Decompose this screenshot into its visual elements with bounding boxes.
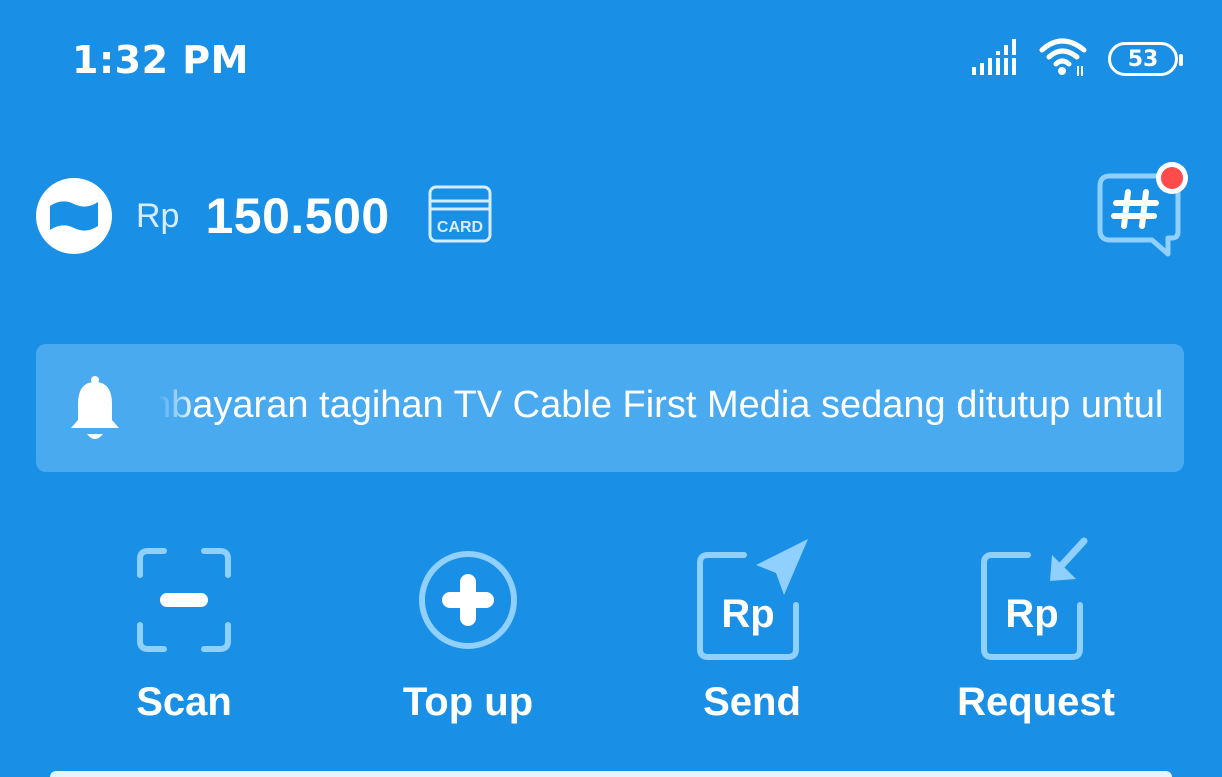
notification-badge	[1161, 167, 1183, 189]
scan-button[interactable]: Scan	[74, 530, 294, 725]
send-label: Send	[703, 680, 801, 724]
balance-amount: 150.500	[205, 188, 390, 244]
request-label: Request	[957, 680, 1115, 724]
svg-text:Rp: Rp	[1005, 592, 1058, 636]
bell-icon	[68, 374, 122, 450]
content-sheet-edge	[50, 771, 1172, 777]
send-button[interactable]: Rp Send	[642, 530, 862, 725]
notice-marquee: nbayaran tagihan TV Cable First Media se…	[158, 344, 1184, 472]
scan-label: Scan	[136, 680, 232, 724]
currency-label: Rp	[136, 196, 180, 235]
status-time: 1:32 PM	[72, 38, 249, 82]
balance-row[interactable]: Rp 150.500 CARD	[36, 172, 492, 260]
top-up-button[interactable]: Top up	[358, 530, 578, 725]
wifi-icon	[1038, 36, 1090, 82]
svg-text:Rp: Rp	[721, 592, 774, 636]
signal-icon	[972, 37, 1020, 81]
status-icons: 53	[972, 36, 1183, 82]
top-up-label: Top up	[402, 680, 534, 724]
scan-icon	[74, 530, 294, 670]
battery-level: 53	[1127, 46, 1159, 72]
card-icon[interactable]: CARD	[428, 185, 492, 247]
request-button[interactable]: Rp Request	[926, 530, 1146, 725]
status-bar: 1:32 PM 53	[0, 0, 1222, 120]
quick-actions: Scan Top up Rp Send Rp Request	[0, 530, 1222, 770]
battery-icon: 53	[1108, 42, 1183, 76]
wallet-logo-icon[interactable]	[36, 178, 112, 254]
notice-text: nbayaran tagihan TV Cable First Media se…	[158, 384, 1164, 426]
card-label: CARD	[437, 219, 483, 236]
plus-circle-icon	[358, 530, 578, 670]
send-rp-icon: Rp	[642, 530, 862, 670]
hashtag-chat-icon[interactable]	[1094, 158, 1190, 278]
notice-banner[interactable]: nbayaran tagihan TV Cable First Media se…	[36, 344, 1184, 472]
request-rp-icon: Rp	[926, 530, 1146, 670]
